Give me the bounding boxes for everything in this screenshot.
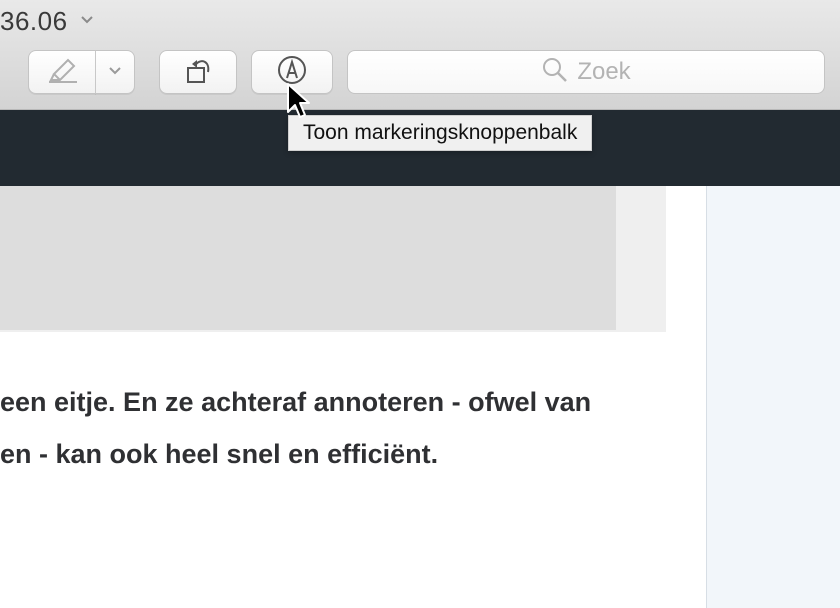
- search-placeholder: Zoek: [577, 58, 631, 85]
- rotate-button[interactable]: [159, 50, 237, 94]
- search-field[interactable]: Zoek: [347, 50, 825, 94]
- highlight-menu-button[interactable]: [95, 50, 135, 94]
- search-icon: [541, 56, 569, 89]
- window-toolbar: 36.06 Zoek: [0, 0, 840, 110]
- window-title: 36.06: [0, 6, 68, 36]
- article-paragraph: een eitje. En ze achteraf annoteren - of…: [0, 376, 660, 480]
- right-sidebar: [706, 186, 840, 608]
- image-placeholder: [0, 186, 616, 330]
- mouse-cursor-icon: [286, 82, 312, 125]
- tooltip: Toon markeringsknoppenbalk: [288, 115, 593, 151]
- chevron-down-icon[interactable]: [80, 12, 94, 30]
- paragraph-line: en - kan ook heel snel en efficiënt.: [0, 439, 439, 469]
- highlighter-icon: [46, 56, 80, 89]
- paragraph-line: een eitje. En ze achteraf annoteren - of…: [0, 387, 592, 417]
- rotate-left-icon: [182, 54, 214, 91]
- highlight-button[interactable]: [28, 50, 96, 94]
- chevron-down-icon: [107, 63, 123, 81]
